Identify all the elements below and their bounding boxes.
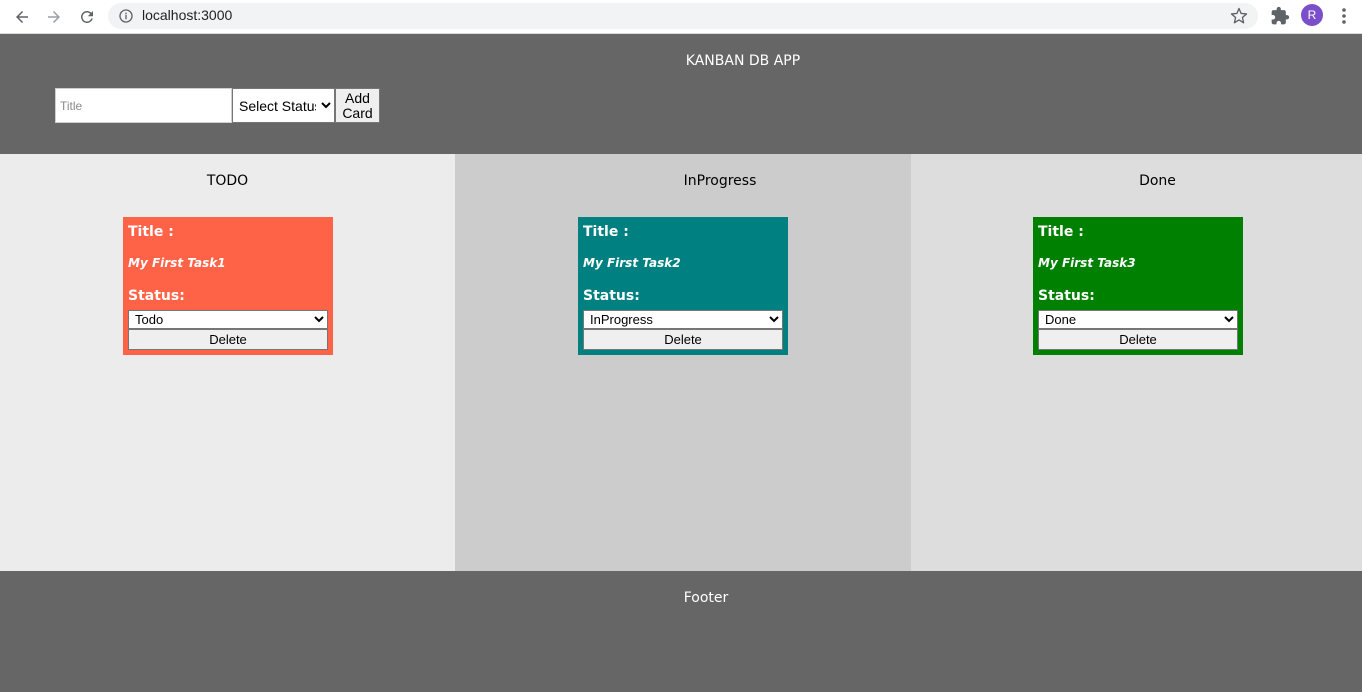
address-bar[interactable]: localhost:3000 — [108, 3, 1258, 29]
url-text: localhost:3000 — [142, 7, 233, 23]
card-status-select[interactable]: Done — [1038, 310, 1238, 329]
column-done: Done Title : My First Task3 Status: Done… — [911, 154, 1362, 571]
add-card-button[interactable]: Add Card — [335, 88, 380, 123]
browser-toolbar: localhost:3000 R — [0, 0, 1362, 34]
app-footer: Footer — [0, 571, 1362, 692]
column-inprogress: InProgress Title : My First Task2 Status… — [455, 154, 911, 571]
delete-button[interactable]: Delete — [583, 329, 783, 350]
card-status-label: Status: — [128, 288, 185, 304]
kanban-board: TODO Title : My First Task1 Status: Todo… — [0, 154, 1362, 571]
profile-avatar[interactable]: R — [1301, 4, 1323, 26]
column-title: InProgress — [683, 173, 757, 189]
card-task-title: My First Task3 — [1038, 256, 1136, 270]
column-todo: TODO Title : My First Task1 Status: Todo… — [0, 154, 455, 571]
title-input[interactable] — [55, 88, 232, 123]
card-title-label: Title : — [1038, 224, 1084, 240]
task-card: Title : My First Task1 Status: Todo Dele… — [123, 217, 333, 355]
add-card-form: Select Status Add Card — [55, 88, 380, 123]
delete-button[interactable]: Delete — [128, 329, 328, 350]
card-title-label: Title : — [583, 224, 629, 240]
task-card: Title : My First Task2 Status: InProgres… — [578, 217, 788, 355]
card-task-title: My First Task2 — [583, 256, 681, 270]
app-title: KANBAN DB APP — [685, 53, 801, 69]
card-task-title: My First Task1 — [128, 256, 226, 270]
footer-text: Footer — [683, 590, 729, 606]
status-select[interactable]: Select Status — [232, 88, 335, 123]
delete-button[interactable]: Delete — [1038, 329, 1238, 350]
task-card: Title : My First Task3 Status: Done Dele… — [1033, 217, 1243, 355]
card-status-select[interactable]: InProgress — [583, 310, 783, 329]
card-status-label: Status: — [1038, 288, 1095, 304]
back-icon[interactable] — [10, 5, 34, 29]
info-icon[interactable] — [118, 8, 134, 24]
card-title-label: Title : — [128, 224, 174, 240]
card-status-select[interactable]: Todo — [128, 310, 328, 329]
forward-icon[interactable] — [42, 5, 66, 29]
card-status-label: Status: — [583, 288, 640, 304]
column-title: TODO — [206, 173, 249, 189]
column-title: Done — [1139, 173, 1176, 189]
reload-icon[interactable] — [75, 5, 99, 29]
bookmark-star-icon[interactable] — [1230, 7, 1248, 25]
kebab-menu-icon[interactable] — [1336, 6, 1352, 26]
app-header: KANBAN DB APP Select Status Add Card — [0, 34, 1362, 154]
extensions-icon[interactable] — [1270, 6, 1290, 26]
